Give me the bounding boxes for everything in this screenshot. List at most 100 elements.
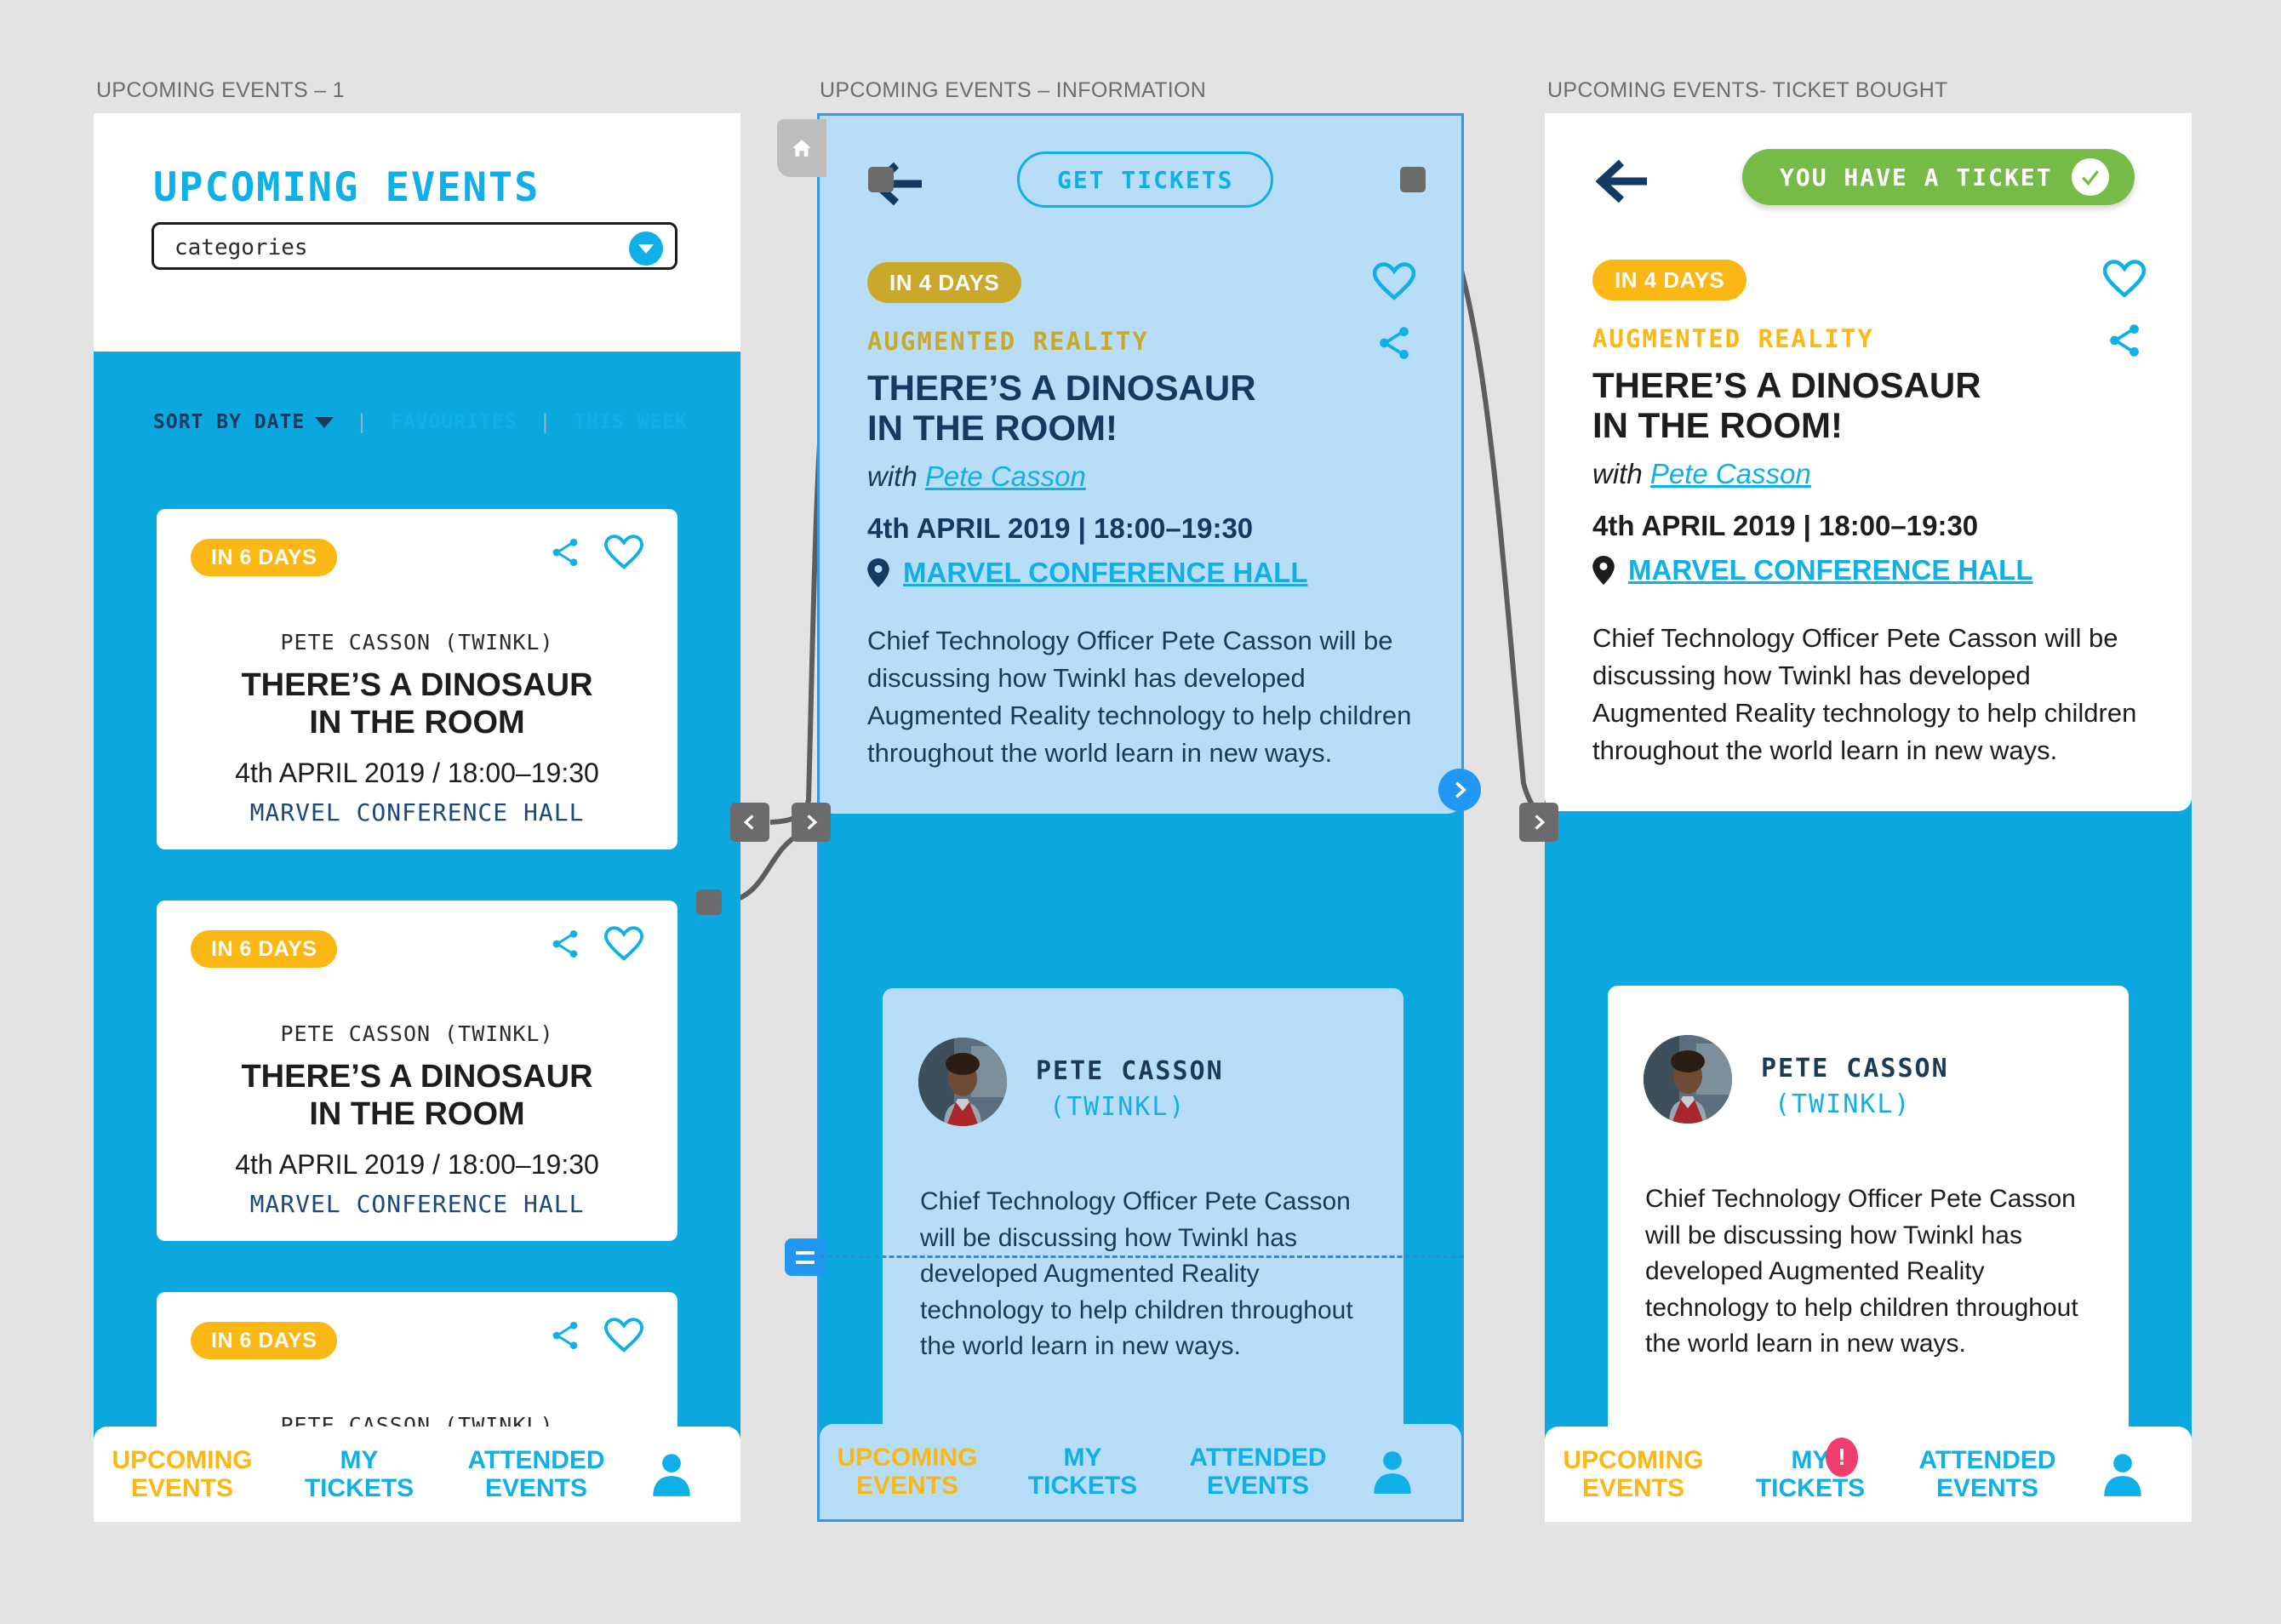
card-title-line2: IN THE ROOM [309,705,525,741]
nav-item-upcoming-events[interactable]: UPCOMING EVENTS [1545,1446,1722,1502]
event-title: THERE’S A DINOSAUR IN THE ROOM! [1592,365,1981,445]
speaker-link[interactable]: Pete Casson [925,460,1086,492]
speaker-card: PETE CASSON (TWINKL) Chief Technology Of… [883,988,1403,1452]
heart-icon[interactable] [604,533,643,572]
share-icon[interactable] [548,1318,582,1352]
home-tab-handle[interactable] [777,119,826,177]
connector-anchor-right[interactable] [1400,167,1426,192]
speaker-photo [1644,1035,1732,1124]
nav-item-profile[interactable] [1346,1445,1439,1498]
countdown-badge: IN 6 DAYS [191,930,338,968]
share-icon[interactable] [548,927,582,961]
nav-item-attended-events[interactable]: ATTENDED EVENTS [1899,1446,2076,1502]
with-prefix: with [1592,458,1650,489]
nav-item-my-tickets[interactable]: MY TICKETS [271,1446,448,1502]
nav-tickets-line1: MY [1791,1446,1830,1474]
nav-tickets-line2: TICKETS [1755,1474,1866,1502]
countdown-badge: IN 4 DAYS [1592,260,1747,300]
sort-separator-1: | [356,411,369,433]
this-week-filter-button[interactable]: THIS WEEK [574,411,688,433]
event-venue-link[interactable]: MARVEL CONFERENCE HALL [903,557,1307,589]
speaker-photo [918,1038,1007,1126]
connector-prev-button[interactable] [730,803,769,842]
card-action-icons [548,533,643,572]
categories-select[interactable]: categories [151,222,677,270]
nav-upcoming-line2: EVENTS [1581,1474,1685,1502]
bottom-navigation: UPCOMING EVENTS MY TICKETS ! ATTENDED EV… [1545,1427,2192,1522]
frame-label-2: UPCOMING EVENTS – INFORMATION [820,78,1207,102]
nav-item-profile[interactable] [2076,1448,2170,1501]
bottom-navigation: UPCOMING EVENTS MY TICKETS ATTENDED EVEN… [94,1427,740,1522]
share-icon[interactable] [2105,321,2144,360]
event-venue-link[interactable]: MARVEL CONFERENCE HALL [1628,554,2032,586]
categories-select-value: categories [174,235,308,260]
share-icon[interactable] [548,535,582,569]
card-title-line2: IN THE ROOM [309,1096,525,1133]
speaker-avatar [1644,1035,1732,1124]
connector-next-button[interactable] [792,803,831,842]
heart-icon[interactable] [604,924,643,964]
check-icon [2081,170,2099,186]
event-title-line1: THERE’S A DINOSAUR [867,368,1256,408]
detail-action-icons [1373,262,1415,363]
prototype-canvas: UPCOMING EVENTS – 1 UPCOMING EVENTS – IN… [0,0,2281,1624]
sort-filter-bar: SORT BY DATE | FAVOURITES | THIS WEEK [94,411,740,433]
nav-item-my-tickets[interactable]: MY TICKETS ! [1722,1438,1899,1502]
chevron-right-icon [1535,815,1546,830]
chevron-right-icon [807,815,818,830]
card-title-line1: THERE’S A DINOSAUR [241,1059,593,1095]
sort-caret-icon[interactable] [315,416,334,428]
detail-action-icons [2103,260,2146,360]
you-have-a-ticket-button[interactable]: YOU HAVE A TICKET [1742,149,2135,205]
speaker-bio: Chief Technology Officer Pete Casson wil… [1645,1185,2078,1358]
share-icon[interactable] [1375,323,1414,363]
nav-upcoming-line1: UPCOMING [1563,1446,1704,1474]
card-action-icons [548,1316,643,1355]
get-tickets-button[interactable]: GET TICKETS [1017,152,1274,208]
event-detail-sheet: GET TICKETS IN 4 DAYS AUGMENTED REALITY … [820,116,1461,814]
event-datetime: 4th APRIL 2019 | 18:00–19:30 [1592,510,1979,541]
event-venue-row[interactable]: MARVEL CONFERENCE HALL [1592,554,2032,586]
nav-attended-line1: ATTENDED [1189,1444,1327,1472]
connector-anchor-left[interactable] [868,167,894,192]
nav-item-upcoming-events[interactable]: UPCOMING EVENTS [820,1444,995,1500]
card-action-icons [548,924,643,964]
nav-item-profile[interactable] [625,1448,718,1501]
frame-label-1: UPCOMING EVENTS – 1 [96,78,345,102]
favourites-filter-button[interactable]: FAVOURITES [391,411,517,433]
event-venue-row[interactable]: MARVEL CONFERENCE HALL [867,557,1307,589]
sort-separator-2: | [539,411,552,433]
event-card[interactable]: IN 6 DAYS PETE CASSON (TWINKL) THERE’S A… [157,901,677,1241]
connector-anchor-card[interactable] [696,889,722,915]
event-speaker-line: with Pete Casson [1592,458,1811,490]
event-datetime: 4th APRIL 2019 | 18:00–19:30 [867,512,1254,544]
back-arrow-icon[interactable] [1596,157,1650,205]
sort-by-date-button[interactable]: SORT BY DATE [153,411,305,433]
chevron-down-icon[interactable] [629,232,663,266]
card-title-line1: THERE’S A DINOSAUR [241,667,593,703]
speaker-name: PETE CASSON [1036,1056,1224,1086]
event-title-line2: IN THE ROOM! [867,408,1118,449]
nav-upcoming-line2: EVENTS [130,1474,234,1502]
speaker-link[interactable]: Pete Casson [1650,458,1811,489]
nav-item-upcoming-events[interactable]: UPCOMING EVENTS [94,1446,271,1502]
nav-item-attended-events[interactable]: ATTENDED EVENTS [448,1446,625,1502]
notification-badge: ! [1826,1438,1858,1477]
panel-link-button[interactable] [1438,769,1481,811]
heart-icon[interactable] [2103,260,2146,299]
list-header: UPCOMING EVENTS categories [94,113,740,352]
page-title: UPCOMING EVENTS [153,164,540,211]
nav-item-my-tickets[interactable]: MY TICKETS [995,1444,1170,1500]
home-icon [792,140,811,157]
heart-icon[interactable] [1373,262,1415,301]
heart-icon[interactable] [604,1316,643,1355]
event-card[interactable]: IN 6 DAYS PETE CASSON (TWINKL) THERE’S A… [157,509,677,849]
location-pin-icon [1592,556,1615,585]
event-title-line1: THERE’S A DINOSAUR [1592,365,1981,405]
connector-next-button[interactable] [1519,803,1558,842]
card-venue: MARVEL CONFERENCE HALL [249,798,585,826]
user-avatar-icon [653,1454,690,1496]
nav-item-attended-events[interactable]: ATTENDED EVENTS [1170,1444,1346,1500]
chevron-left-icon [743,815,754,830]
nav-tickets-line1: MY [1063,1444,1102,1472]
